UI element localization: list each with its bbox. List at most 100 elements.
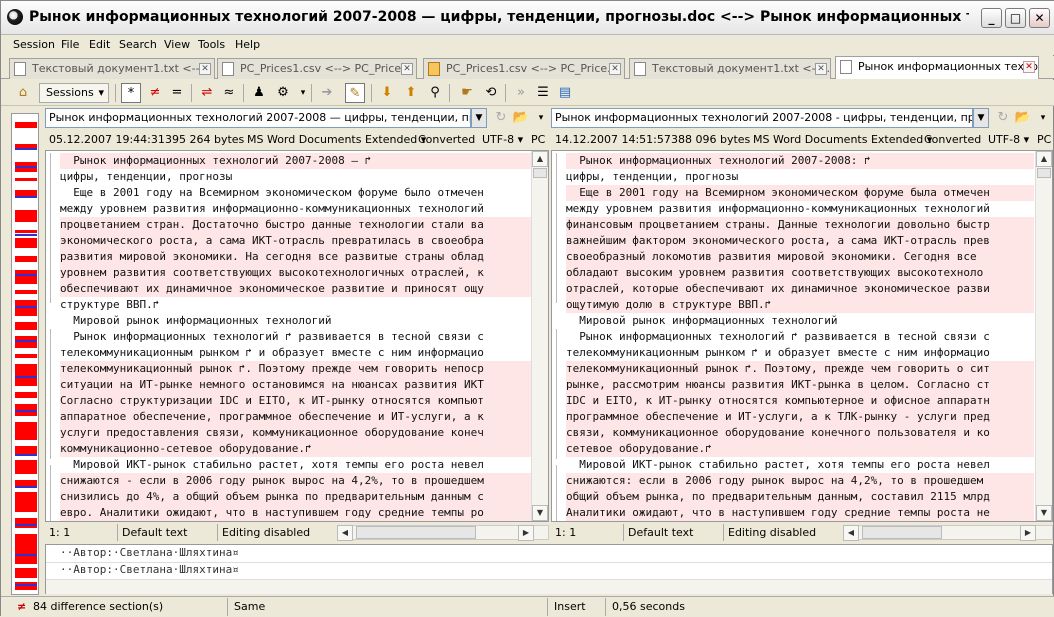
right-vertical-scrollbar[interactable]: ▲ ▼ <box>1035 151 1052 521</box>
right-format-label: MS Word Documents Extended <box>753 133 924 146</box>
text-line: между уровнем развития информационно-ком… <box>566 202 990 215</box>
left-encoding-label: UTF-8 <box>482 133 515 146</box>
scroll-thumb[interactable] <box>533 168 547 178</box>
edit-pencil-icon[interactable]: ✎ <box>345 83 365 103</box>
right-file-path[interactable]: Рынок информационных технологий 2007-200… <box>551 108 973 128</box>
text-line: связи, коммуникационное оборудование кон… <box>566 425 1034 441</box>
menu-session[interactable]: Session <box>13 38 55 51</box>
scroll-left-icon[interactable]: ◀ <box>843 525 859 541</box>
sessions-dropdown[interactable]: Sessions ▾ <box>39 83 109 103</box>
left-file-path[interactable]: Рынок информационных технологий 2007-200… <box>45 108 471 128</box>
right-open-folder-icon[interactable]: 📂 <box>1013 108 1033 128</box>
copy-right-icon[interactable]: » <box>511 83 531 103</box>
scroll-down-icon[interactable]: ▼ <box>1036 505 1052 521</box>
tab-text-document[interactable]: Текстовый документ1.txt <--... ✕ <box>9 58 215 79</box>
text-line: телекоммуникационный рынок ↱. Поэтому, п… <box>566 361 1034 377</box>
right-file-date: 14.12.2007 14:51:57 <box>555 133 671 146</box>
minimize-button[interactable]: _ <box>981 8 1002 28</box>
line-detail-pane[interactable]: ··Автор:·Светлана·Шляхтина¤ ··Автор:·Све… <box>45 544 1053 594</box>
list-icon[interactable]: ☰ <box>533 83 553 103</box>
current-line-marker <box>15 166 37 168</box>
left-vertical-scrollbar[interactable]: ▲ ▼ <box>531 151 548 521</box>
scroll-down-icon[interactable]: ▼ <box>532 505 548 521</box>
left-encoding-select[interactable]: UTF-8 ▾ <box>482 131 523 149</box>
chevron-down-icon[interactable]: ▾ <box>531 108 551 128</box>
detail-horizontal-scrollbar[interactable] <box>46 579 1052 594</box>
next-difference-icon[interactable]: ⬇ <box>377 83 397 103</box>
settings-gear-icon[interactable]: ⚙ <box>273 83 293 103</box>
left-open-folder-icon[interactable]: 📂 <box>511 108 531 128</box>
close-tab-icon[interactable]: ✕ <box>815 63 827 75</box>
right-format-select[interactable]: MS Word Documents Extended ▾ <box>753 131 932 149</box>
difference-marker <box>15 122 37 128</box>
tab-pc-prices-2[interactable]: PC_Prices1.csv <--> PC_Price... ✕ <box>423 58 625 79</box>
left-horizontal-scrollbar[interactable]: ◀ ▶ <box>337 525 549 541</box>
right-text-pane[interactable]: Рынок информационных технологий 2007-200… <box>551 150 1053 522</box>
close-tab-icon[interactable]: ✕ <box>401 63 413 75</box>
gutter-bracket <box>50 329 53 459</box>
report-icon[interactable]: ▤ <box>555 83 575 103</box>
left-text-pane[interactable]: Рынок информационных технологий 2007-200… <box>45 150 549 522</box>
equal-icon[interactable]: = <box>167 83 187 103</box>
split-icon[interactable]: ⇌ <box>197 83 217 103</box>
text-line: между уровнем развития информационно-ком… <box>60 202 484 215</box>
menu-view[interactable]: View <box>164 38 190 51</box>
scroll-right-icon[interactable]: ▶ <box>518 525 534 541</box>
binoculars-icon[interactable]: ⚲ <box>425 83 445 103</box>
all-lines-icon[interactable]: * <box>121 83 141 103</box>
user-icon[interactable]: ♟ <box>249 83 269 103</box>
current-line-marker <box>15 584 37 586</box>
scroll-thumb[interactable] <box>862 526 942 539</box>
left-file-date: 05.12.2007 19:44:31 <box>49 133 165 146</box>
chevron-down-icon[interactable]: ▾ <box>1033 108 1053 128</box>
left-cursor-position: 1: 1 <box>49 526 71 539</box>
merge-hand-icon[interactable]: ☛ <box>457 83 477 103</box>
right-refresh-icon[interactable]: ↻ <box>993 108 1013 128</box>
maximize-button[interactable]: □ <box>1005 8 1026 28</box>
scroll-thumb[interactable] <box>356 526 476 539</box>
scroll-right-icon[interactable]: ▶ <box>1020 525 1036 541</box>
scroll-up-icon[interactable]: ▲ <box>1036 151 1052 167</box>
tab-market-doc[interactable]: Рынок информационных техно... ✕ <box>835 56 1039 79</box>
text-line: IDC и EITO, к ИТ-рынку относятся компьют… <box>566 393 1034 409</box>
right-path-dropdown-icon[interactable]: ▼ <box>973 108 989 128</box>
scroll-left-icon[interactable]: ◀ <box>337 525 353 541</box>
close-tab-icon[interactable]: ✕ <box>609 63 621 75</box>
right-horizontal-scrollbar[interactable]: ◀ ▶ <box>843 525 1053 541</box>
text-line: обеспечивают их динамичное экономическое… <box>60 281 540 297</box>
close-window-button[interactable]: ✕ <box>1029 8 1050 28</box>
tab-label: Текстовый документ1.txt <--... <box>32 62 211 75</box>
prev-difference-icon[interactable]: ⬆ <box>401 83 421 103</box>
scroll-up-icon[interactable]: ▲ <box>532 151 548 167</box>
close-tab-icon[interactable]: ✕ <box>1023 61 1035 73</box>
chevron-down-icon[interactable]: ▾ <box>293 83 313 103</box>
text-file-icon <box>634 62 646 76</box>
compare-status: Same <box>227 598 547 616</box>
left-path-dropdown-icon[interactable]: ▼ <box>471 108 487 128</box>
current-line-marker <box>15 554 37 556</box>
arrow-right-icon[interactable]: ➔ <box>317 83 337 103</box>
menu-search[interactable]: Search <box>119 38 157 51</box>
chevron-down-icon: ▾ <box>98 86 104 99</box>
sync-icon[interactable]: ⟲ <box>481 83 501 103</box>
menu-help[interactable]: Help <box>235 38 260 51</box>
home-icon[interactable]: ⌂ <box>13 83 33 103</box>
close-tab-icon[interactable]: ✕ <box>199 63 211 75</box>
difference-marker <box>15 336 37 348</box>
tab-text-document-2[interactable]: Текстовый документ1.txt <--... ✕ <box>629 58 831 79</box>
right-encoding-select[interactable]: UTF-8 ▾ <box>988 131 1029 149</box>
current-line-marker <box>15 486 37 488</box>
text-line: цифры, тенденции, прогнозы <box>566 170 739 183</box>
left-refresh-icon[interactable]: ↻ <box>491 108 511 128</box>
menu-edit[interactable]: Edit <box>89 38 110 51</box>
difference-location-strip[interactable] <box>11 113 39 595</box>
text-line: снизились до 4%, а общий объем рынка по … <box>60 489 540 505</box>
approx-icon[interactable]: ≈ <box>219 83 239 103</box>
tab-pc-prices[interactable]: PC_Prices1.csv <--> PC_Price... ✕ <box>217 58 417 79</box>
left-format-select[interactable]: MS Word Documents Extended ▾ <box>247 131 426 149</box>
differences-icon[interactable]: ≠ <box>145 83 165 103</box>
menu-tools[interactable]: Tools <box>198 38 225 51</box>
menu-file[interactable]: File <box>61 38 79 51</box>
scroll-thumb[interactable] <box>1037 168 1051 178</box>
difference-marker <box>15 238 37 248</box>
